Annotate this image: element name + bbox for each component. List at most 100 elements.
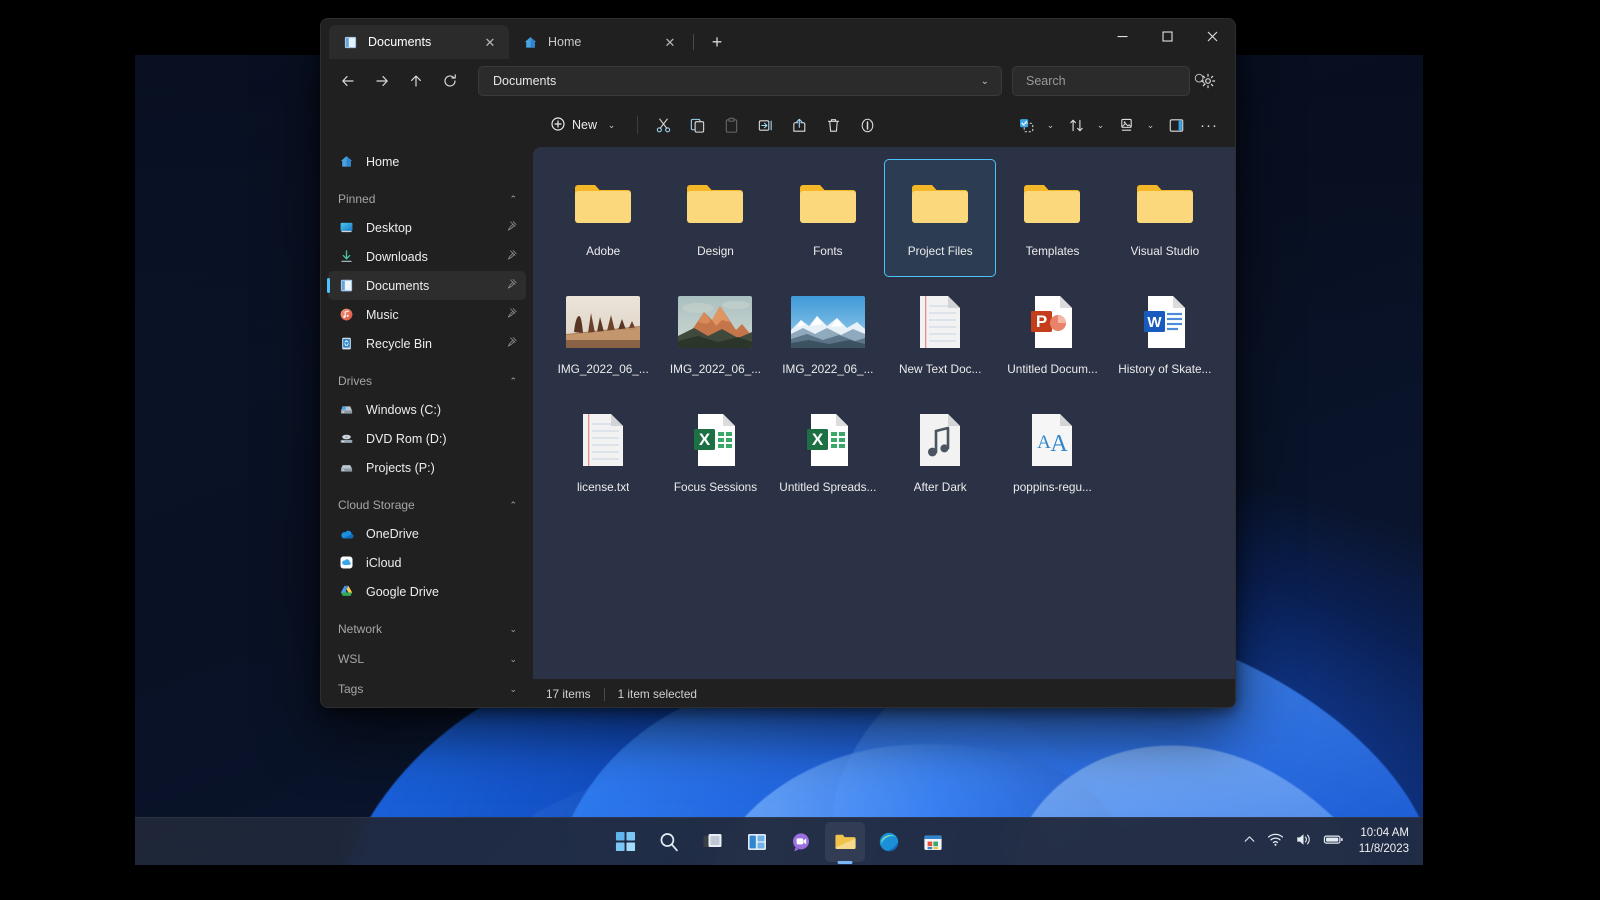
pin-icon[interactable]: [506, 249, 518, 264]
sidebar-item-onedrive[interactable]: OneDrive: [328, 519, 526, 548]
file-item[interactable]: Fonts: [772, 159, 884, 277]
chevron-down-icon[interactable]: ⌄: [603, 120, 620, 131]
taskbar-search-button[interactable]: [649, 822, 689, 862]
tab-home[interactable]: Home ✕: [509, 25, 689, 59]
search-input[interactable]: [1026, 74, 1187, 88]
sidebar-item-windows-c[interactable]: Windows (C:): [328, 395, 526, 424]
folder-icon: [909, 173, 971, 235]
pin-icon[interactable]: [506, 336, 518, 351]
file-item[interactable]: IMG_2022_06_...: [772, 277, 884, 395]
chevron-up-icon: ⌃: [509, 500, 517, 511]
sidebar-group-network[interactable]: Network ⌄: [328, 615, 526, 643]
sidebar-item-google-drive[interactable]: Google Drive: [328, 577, 526, 606]
sidebar-item-label: Music: [366, 308, 495, 322]
chevron-down-icon[interactable]: ⌄: [981, 76, 993, 87]
taskbar-edge-button[interactable]: [869, 822, 909, 862]
sidebar-group-drives[interactable]: Drives ⌃: [328, 367, 526, 395]
maximize-button[interactable]: [1145, 19, 1190, 53]
settings-button[interactable]: [1192, 65, 1224, 97]
chevron-up-icon: ⌃: [509, 194, 517, 205]
tab-close-icon[interactable]: ✕: [660, 32, 680, 52]
taskbar-widgets-button[interactable]: [737, 822, 777, 862]
close-button[interactable]: [1190, 19, 1235, 53]
sidebar-item-recycle-bin[interactable]: Recycle Bin: [328, 329, 526, 358]
file-item[interactable]: Project Files: [884, 159, 996, 277]
tab-documents[interactable]: Documents ✕: [329, 25, 509, 59]
file-item[interactable]: Adobe: [547, 159, 659, 277]
file-item[interactable]: A A poppins-regu...: [996, 395, 1108, 513]
navigation-sidebar: Home Pinned ⌃ Desktop: [321, 147, 533, 708]
volume-icon[interactable]: [1295, 831, 1312, 853]
chevron-down-icon[interactable]: ⌄: [1042, 120, 1059, 131]
tab-close-icon[interactable]: ✕: [480, 32, 500, 52]
battery-icon[interactable]: [1323, 831, 1344, 853]
new-tab-button[interactable]: +: [702, 27, 732, 57]
minimize-button[interactable]: [1100, 19, 1145, 53]
more-options-button[interactable]: ···: [1193, 110, 1225, 140]
file-item[interactable]: Design: [659, 159, 771, 277]
wifi-icon[interactable]: [1267, 831, 1284, 853]
paste-button[interactable]: [715, 110, 747, 140]
file-item[interactable]: W History of Skate...: [1109, 277, 1221, 395]
copy-button[interactable]: [681, 110, 713, 140]
sidebar-item-dvd-rom-d[interactable]: DVD Rom (D:): [328, 424, 526, 453]
file-item[interactable]: IMG_2022_06_...: [659, 277, 771, 395]
taskbar-store-button[interactable]: [913, 822, 953, 862]
back-button[interactable]: [332, 65, 364, 97]
address-bar[interactable]: Documents ⌄: [478, 66, 1002, 96]
details-pane-button[interactable]: [1160, 110, 1192, 140]
google-drive-icon: [338, 583, 355, 600]
file-grid-area[interactable]: Adobe Design: [533, 147, 1235, 679]
file-item[interactable]: X Untitled Spreads...: [772, 395, 884, 513]
tab-label: Home: [548, 35, 651, 49]
sidebar-group-pinned[interactable]: Pinned ⌃: [328, 185, 526, 213]
pin-icon[interactable]: [506, 220, 518, 235]
sidebar-item-tag-home[interactable]: Home: [328, 703, 526, 708]
music-icon: [338, 306, 355, 323]
select-button[interactable]: [1010, 110, 1042, 140]
forward-button[interactable]: [366, 65, 398, 97]
properties-button[interactable]: [851, 110, 883, 140]
taskbar-start-button[interactable]: [605, 822, 645, 862]
share-button[interactable]: [783, 110, 815, 140]
sidebar-item-home[interactable]: Home: [328, 147, 526, 176]
status-divider: [604, 688, 605, 701]
file-item[interactable]: P Untitled Docum...: [996, 277, 1108, 395]
search-box[interactable]: [1012, 66, 1190, 96]
sidebar-item-music[interactable]: Music: [328, 300, 526, 329]
taskbar-chat-button[interactable]: [781, 822, 821, 862]
sort-button[interactable]: [1060, 110, 1092, 140]
rename-button[interactable]: [749, 110, 781, 140]
sidebar-item-documents[interactable]: Documents: [328, 271, 526, 300]
tray-overflow-icon[interactable]: [1243, 833, 1256, 851]
view-button[interactable]: [1110, 110, 1142, 140]
sidebar-group-cloud-storage[interactable]: Cloud Storage ⌃: [328, 491, 526, 519]
sidebar-item-label: Windows (C:): [366, 403, 518, 417]
sidebar-item-icloud[interactable]: iCloud: [328, 548, 526, 577]
sidebar-group-wsl[interactable]: WSL ⌄: [328, 645, 526, 673]
sidebar-group-tags[interactable]: Tags ⌄: [328, 675, 526, 703]
pin-icon[interactable]: [506, 307, 518, 322]
chevron-down-icon[interactable]: ⌄: [1092, 120, 1109, 131]
taskbar-task-view-button[interactable]: [693, 822, 733, 862]
refresh-button[interactable]: [434, 65, 466, 97]
sidebar-group-label: Network: [338, 622, 509, 636]
file-item[interactable]: IMG_2022_06_...: [547, 277, 659, 395]
file-item[interactable]: New Text Doc...: [884, 277, 996, 395]
file-item[interactable]: license.txt: [547, 395, 659, 513]
up-button[interactable]: [400, 65, 432, 97]
new-button[interactable]: New ⌄: [543, 110, 628, 140]
file-item[interactable]: After Dark: [884, 395, 996, 513]
pin-icon[interactable]: [506, 278, 518, 293]
sidebar-item-desktop[interactable]: Desktop: [328, 213, 526, 242]
file-item[interactable]: Visual Studio: [1109, 159, 1221, 277]
chevron-down-icon[interactable]: ⌄: [1142, 120, 1159, 131]
file-item[interactable]: X Focus Sessions: [659, 395, 771, 513]
cut-button[interactable]: [647, 110, 679, 140]
delete-button[interactable]: [817, 110, 849, 140]
taskbar-clock[interactable]: 10:04 AM 11/8/2023: [1355, 826, 1409, 857]
sidebar-item-projects-p[interactable]: Projects (P:): [328, 453, 526, 482]
sidebar-item-downloads[interactable]: Downloads: [328, 242, 526, 271]
file-item[interactable]: Templates: [996, 159, 1108, 277]
taskbar-file-explorer-button[interactable]: [825, 822, 865, 862]
